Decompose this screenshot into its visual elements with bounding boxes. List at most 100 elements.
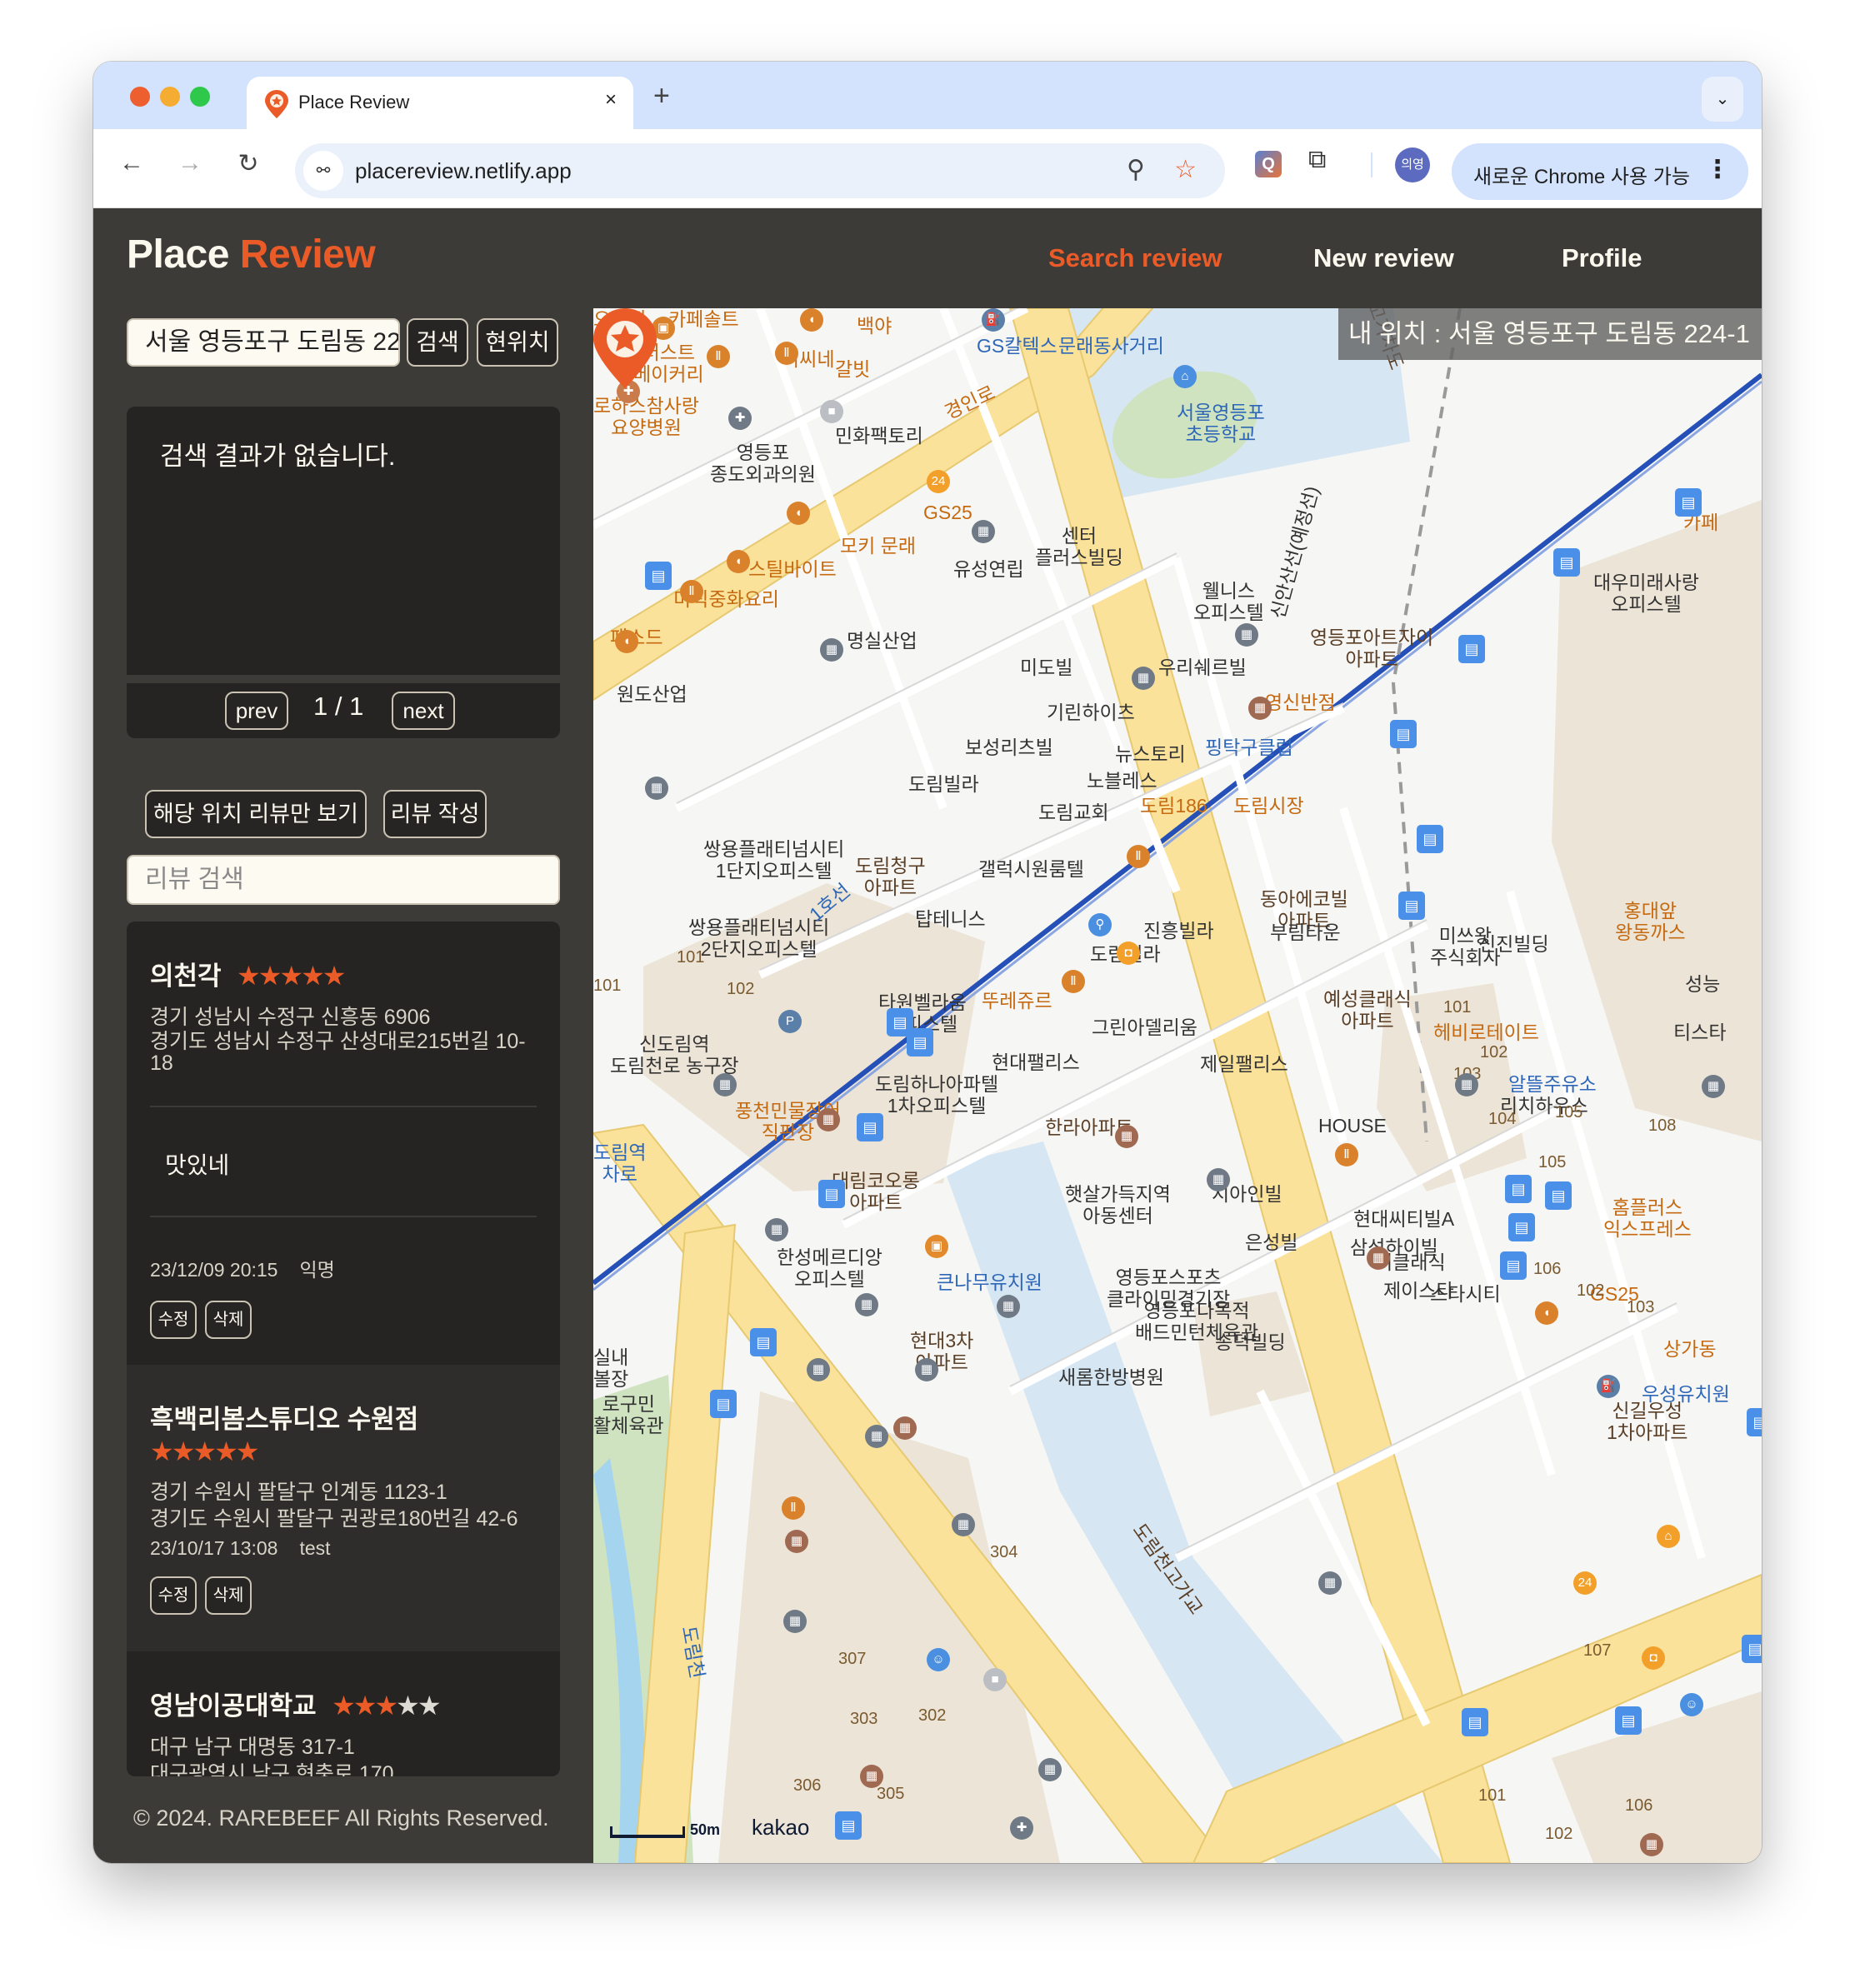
search-button[interactable]: 검색: [407, 318, 468, 367]
map-place-label[interactable]: 민화팩토리: [835, 425, 923, 447]
bus-stop-icon[interactable]: ▤: [710, 1390, 737, 1418]
map-place-label[interactable]: 티스타: [1673, 1021, 1726, 1043]
apartment-poi-icon[interactable]: ▦: [893, 1416, 917, 1440]
more-menu-icon[interactable]: ⋮: [1705, 155, 1730, 184]
map-place-label[interactable]: 문래동사거리: [1058, 335, 1164, 357]
map-place-label[interactable]: 신도림역 도림천로 농구장: [610, 1033, 739, 1076]
bus-stop-icon[interactable]: ▤: [1742, 1635, 1762, 1663]
map-place-label[interactable]: 로하스참사랑 요양병원: [593, 395, 699, 438]
cafe-poi-icon[interactable]: ◖: [615, 630, 638, 653]
restaurant-poi-icon[interactable]: Ⅱ: [775, 342, 798, 365]
map-place-label[interactable]: 알뜰주유소: [1508, 1073, 1597, 1095]
cafe-poi-icon[interactable]: ◖: [1535, 1301, 1558, 1325]
shopping-poi-icon[interactable]: ◘: [1642, 1646, 1665, 1670]
map-place-label[interactable]: 예성클래식 아파트: [1323, 988, 1412, 1031]
convenience-store-poi-icon[interactable]: 24: [1573, 1571, 1597, 1595]
bus-stop-icon[interactable]: ▤: [907, 1028, 933, 1056]
hospital-poi-icon[interactable]: ✚: [1010, 1816, 1033, 1840]
kindergarten-poi-icon[interactable]: ☺: [927, 1648, 950, 1671]
convenience-store-poi-icon[interactable]: 24: [927, 470, 950, 493]
map-place-label[interactable]: 현대씨티빌A: [1353, 1208, 1454, 1230]
map-place-label[interactable]: 도림청구 아파트: [855, 855, 926, 898]
map-place-label[interactable]: 기린하이츠: [1047, 702, 1135, 723]
address-bar[interactable]: ⚯ placereview.netlify.app ⚲ ☆: [295, 143, 1225, 198]
map-place-label[interactable]: 우리쉐르빌: [1158, 657, 1247, 678]
building-poi-icon[interactable]: ▦: [972, 520, 995, 543]
building-poi-icon[interactable]: ▦: [783, 1610, 807, 1633]
map-place-label[interactable]: 홍대앞 왕동까스: [1615, 900, 1686, 943]
bus-stop-icon[interactable]: ▤: [1553, 548, 1580, 577]
building-poi-icon[interactable]: ▦: [952, 1513, 975, 1536]
map-place-label[interactable]: 미도빌: [1020, 657, 1072, 678]
map-place-label[interactable]: 보성리츠빌: [965, 737, 1053, 758]
map-place-label[interactable]: GS칼텍스: [977, 335, 1058, 357]
kakao-logo[interactable]: kakao: [752, 1815, 809, 1841]
review-place-name[interactable]: 흑백리봄스튜디오 수원점: [150, 1398, 418, 1436]
tab-search-button[interactable]: ⌄: [1702, 77, 1743, 122]
bus-stop-icon[interactable]: ▤: [1675, 488, 1702, 517]
apartment-poi-icon[interactable]: ▦: [785, 1530, 808, 1553]
map-place-label[interactable]: 명실산업: [847, 630, 918, 652]
bus-stop-icon[interactable]: ▤: [1747, 1408, 1762, 1436]
search-extension-icon[interactable]: Q: [1255, 151, 1282, 177]
map-place-label[interactable]: 로구민 활체육관: [593, 1393, 664, 1436]
map-place-label[interactable]: 실내 볼장: [593, 1346, 628, 1390]
tab-place-review[interactable]: Place Review ×: [247, 77, 633, 129]
bus-stop-icon[interactable]: ▤: [835, 1811, 862, 1840]
edit-review-button[interactable]: 수정: [150, 1576, 197, 1615]
map-place-label[interactable]: 도림186: [1140, 795, 1208, 817]
map-view[interactable]: 러스트 베이커리 이씨네 갈빗 백야 GS칼텍스 문래동사거리 로하스참사랑 요양병원 영등포 종도…: [593, 308, 1762, 1863]
map-place-label[interactable]: 스틸바이트: [748, 558, 837, 580]
bus-stop-icon[interactable]: ▤: [1545, 1181, 1572, 1210]
bus-stop-icon[interactable]: ▤: [1390, 720, 1417, 748]
map-place-label[interactable]: 한성메르디앙 오피스텔: [777, 1246, 882, 1290]
bus-stop-icon[interactable]: ▤: [750, 1328, 777, 1356]
filter-location-reviews-button[interactable]: 해당 위치 리뷰만 보기: [145, 790, 367, 838]
edit-review-button[interactable]: 수정: [150, 1301, 197, 1339]
building-poi-icon[interactable]: ▦: [865, 1425, 888, 1448]
bus-stop-icon[interactable]: ▤: [1458, 635, 1485, 663]
map-place-label[interactable]: 도림하나아파텔 1차오피스텔: [875, 1073, 998, 1116]
delete-review-button[interactable]: 삭제: [205, 1576, 252, 1615]
map-place-label[interactable]: 원도산업: [617, 683, 688, 705]
tab-close-icon[interactable]: ×: [605, 88, 617, 112]
apartment-poi-icon[interactable]: ▦: [1115, 1125, 1138, 1148]
map-place-label[interactable]: 신진빌딩: [1478, 933, 1549, 955]
map-place-label[interactable]: 쌍용플래티넘시티 2단지오피스텔: [688, 917, 829, 960]
restaurant-poi-icon[interactable]: Ⅱ: [707, 345, 730, 368]
nav-profile[interactable]: Profile: [1562, 243, 1642, 273]
map-place-label[interactable]: 카페솔트: [668, 308, 739, 330]
reload-button[interactable]: ↻: [232, 149, 265, 178]
minimize-window-button[interactable]: [160, 87, 180, 107]
restaurant-poi-icon[interactable]: Ⅱ: [680, 580, 703, 603]
map-place-label[interactable]: 도림교회: [1038, 802, 1109, 823]
map-place-label[interactable]: GS25: [923, 502, 972, 523]
map-place-label[interactable]: HOUSE: [1318, 1115, 1387, 1136]
delete-review-button[interactable]: 삭제: [205, 1301, 252, 1339]
bus-stop-icon[interactable]: ▤: [1462, 1708, 1488, 1736]
bus-stop-icon[interactable]: ▤: [1508, 1213, 1535, 1241]
new-tab-button[interactable]: +: [653, 82, 670, 110]
factory-poi-icon[interactable]: ■: [820, 400, 843, 423]
map-place-label[interactable]: 갈빗: [835, 358, 870, 380]
building-poi-icon[interactable]: ▦: [915, 1358, 938, 1381]
selected-location-marker[interactable]: [593, 308, 657, 388]
shopping-poi-icon[interactable]: ⌂: [1657, 1525, 1680, 1548]
nav-search-review[interactable]: Search review: [1048, 243, 1222, 273]
building-poi-icon[interactable]: ▦: [1207, 1168, 1230, 1191]
table-tennis-poi-icon[interactable]: ⚲: [1088, 913, 1112, 937]
building-poi-icon[interactable]: ▦: [997, 1295, 1020, 1318]
review-place-name[interactable]: 의천각: [150, 955, 222, 992]
map-place-label[interactable]: 백야: [857, 315, 892, 337]
map-place-label[interactable]: 송덕빌딩: [1215, 1331, 1286, 1353]
map-place-label[interactable]: 영등포 종도외과의원: [710, 442, 816, 485]
building-poi-icon[interactable]: ▦: [1235, 623, 1258, 647]
building-poi-icon[interactable]: ▦: [765, 1218, 788, 1241]
restaurant-poi-icon[interactable]: Ⅱ: [1127, 845, 1150, 868]
map-place-label[interactable]: 모키 문래: [840, 535, 916, 557]
current-location-button[interactable]: 현위치: [477, 318, 558, 367]
stadium-poi-icon[interactable]: ■: [983, 1668, 1007, 1691]
map-place-label[interactable]: 웰니스 오피스텔: [1193, 580, 1264, 623]
building-poi-icon[interactable]: ▦: [855, 1293, 878, 1316]
cafe-poi-icon[interactable]: ◖: [727, 550, 750, 573]
